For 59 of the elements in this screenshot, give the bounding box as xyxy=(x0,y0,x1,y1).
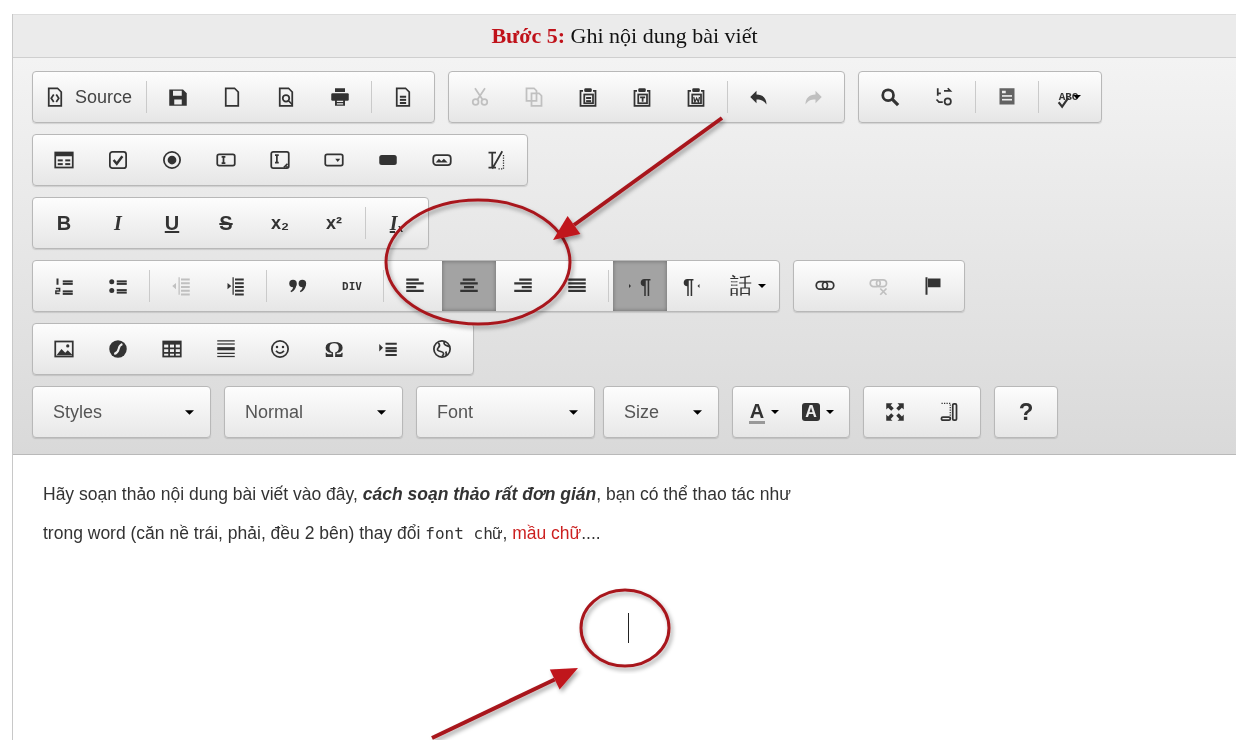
hidden-field-icon xyxy=(486,150,506,170)
format-dropdown[interactable]: Normal xyxy=(224,386,403,438)
toolbar-button[interactable]: Ω xyxy=(307,324,361,374)
smiley-icon xyxy=(270,339,290,359)
text-area-icon xyxy=(270,150,290,170)
scissors-icon xyxy=(470,87,491,107)
toolbar-button[interactable]: ? xyxy=(999,387,1053,437)
toolbar-button[interactable]: x₂ xyxy=(253,198,307,248)
code-file-icon xyxy=(45,87,65,107)
caret-icon xyxy=(825,410,834,414)
radio-button-icon xyxy=(162,150,182,170)
clipboard-icon xyxy=(578,87,599,107)
content-paragraph: Hãy soạn thảo nội dung bài viết vào đây, cách soạn thảo rất đơn gián, bạn có thể thao tác như trong word (căn nề trái, phải, đều 2 bên) thay đổi font chữ, mầu chữ.... xyxy=(43,483,792,545)
toolbar-button[interactable]: ¶ xyxy=(667,261,721,311)
caret-icon xyxy=(758,284,766,288)
format-dropdown[interactable]: Size xyxy=(603,386,719,438)
toolbar-button[interactable]: ¶ xyxy=(613,261,667,311)
copy-pages-icon xyxy=(524,87,545,107)
toolbar-button[interactable]: x² xyxy=(307,198,361,248)
printer-icon xyxy=(330,87,351,107)
expand-arrows-icon xyxy=(885,402,905,422)
flag-icon xyxy=(923,276,943,296)
caret-icon xyxy=(693,409,702,415)
toolbar-button[interactable] xyxy=(442,261,496,311)
caret-icon xyxy=(569,409,578,415)
image-icon xyxy=(54,339,74,359)
toolbar-button[interactable]: A xyxy=(791,387,845,437)
flash-icon xyxy=(108,339,128,359)
toolbar-button[interactable]: U xyxy=(145,198,199,248)
toolbar-button[interactable]: A xyxy=(737,387,791,437)
select-all-icon xyxy=(997,87,1018,107)
caret-icon xyxy=(185,409,194,415)
toolbar-button[interactable]: S xyxy=(199,198,253,248)
toolbar-button[interactable]: Source xyxy=(37,72,143,122)
broken-link-icon xyxy=(869,276,889,296)
checkbox-icon xyxy=(108,150,128,170)
toolbar-button[interactable]: DIV xyxy=(325,261,379,311)
search-icon xyxy=(880,87,901,107)
format-dropdown[interactable]: Styles xyxy=(32,386,211,438)
outdent-icon xyxy=(171,276,191,296)
caret-icon xyxy=(377,409,386,415)
swap-arrows-icon xyxy=(934,87,955,107)
toolbar-button[interactable]: I xyxy=(91,198,145,248)
globe-icon xyxy=(432,339,452,359)
form-icon xyxy=(54,150,74,170)
toolbar-button[interactable]: B xyxy=(37,198,91,248)
numbered-list-icon xyxy=(54,276,74,296)
step-title: Bước 5: Ghi nội dung bài viết xyxy=(491,23,758,49)
caret-icon xyxy=(771,410,780,414)
clipboard-icon xyxy=(632,87,653,107)
clipboard-icon xyxy=(686,87,707,107)
bulleted-list-icon xyxy=(108,276,128,296)
toolbar-button[interactable]: ABC xyxy=(1043,72,1098,122)
toolbar-button[interactable]: 話 xyxy=(721,261,775,311)
table-icon xyxy=(162,339,182,359)
format-dropdown[interactable]: Font xyxy=(416,386,595,438)
show-blocks-icon xyxy=(939,402,959,422)
indent-icon xyxy=(225,276,245,296)
horizontal-rule-icon xyxy=(216,339,236,359)
